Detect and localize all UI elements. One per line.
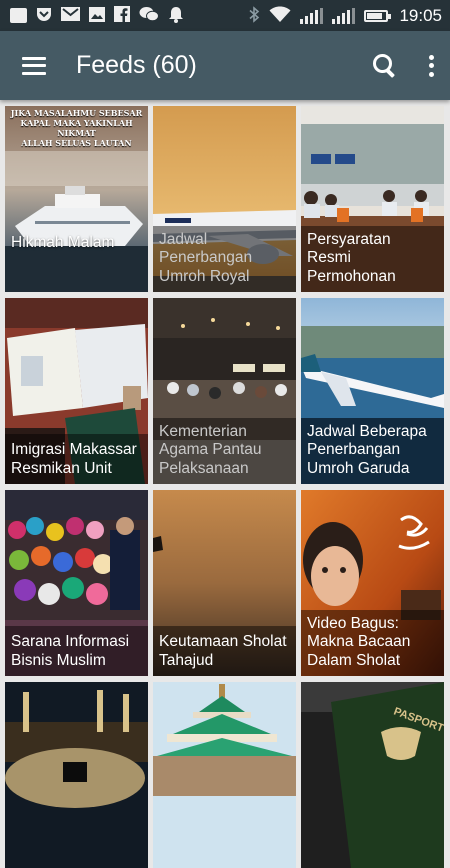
feed-title: Hikmah Malam: [11, 233, 115, 251]
app-bar: Feeds (60): [0, 31, 450, 100]
wifi-icon: [269, 6, 291, 26]
feed-card[interactable]: [153, 682, 296, 868]
feed-title: Sarana Informasi Bisnis Muslim: [5, 626, 148, 676]
poster-line: KAPAL MAKA YAKINLAH NIKMAT: [20, 118, 133, 138]
feed-title: Kementerian Agama Pantau Pelaksanaan: [153, 417, 296, 484]
feed-title: Jadwal Penerbangan Umroh Royal: [153, 225, 296, 292]
gallery-icon: [89, 6, 105, 25]
feed-card[interactable]: Sarana Informasi Bisnis Muslim: [5, 490, 148, 676]
signal-icon: [332, 7, 356, 24]
poster-quote-text: JIKA MASALAHMU SEBESAR KAPAL MAKA YAKINL…: [5, 108, 148, 148]
gmail-icon: [61, 7, 80, 24]
feed-card[interactable]: Persyaratan Resmi Permohonan: [301, 106, 444, 292]
feed-card[interactable]: PASPORT: [301, 682, 444, 868]
facebook-icon: [114, 6, 130, 25]
feed-image-passport: PASPORT: [301, 682, 444, 868]
feed-card[interactable]: Imigrasi Makassar Resmikan Unit: [5, 298, 148, 484]
wechat-icon: [139, 6, 159, 25]
feed-card[interactable]: Kementerian Agama Pantau Pelaksanaan: [153, 298, 296, 484]
status-bar: 19:05: [0, 0, 450, 31]
pocket-icon: [36, 7, 52, 25]
feed-card[interactable]: Keutamaan Sholat Tahajud: [153, 490, 296, 676]
feed-title: Video Bagus: Makna Bacaan Dalam Sholat: [301, 609, 444, 676]
feed-card[interactable]: JIKA MASALAHMU SEBESAR KAPAL MAKA YAKINL…: [5, 106, 148, 292]
feed-card[interactable]: Video Bagus: Makna Bacaan Dalam Sholat: [301, 490, 444, 676]
hamburger-menu-icon[interactable]: [22, 56, 46, 75]
feed-card[interactable]: Jadwal Penerbangan Umroh Royal: [153, 106, 296, 292]
clock: 19:05: [399, 5, 442, 25]
search-icon[interactable]: [372, 53, 398, 79]
status-bar-notifications: [10, 6, 184, 26]
feed-image-kaaba-night: [5, 682, 148, 868]
chat-icon: [10, 8, 27, 23]
more-vert-icon[interactable]: [428, 54, 434, 77]
feed-title: Imigrasi Makassar Resmikan Unit: [5, 434, 148, 484]
feed-title: Persyaratan Resmi Permohonan: [301, 225, 444, 292]
poster-line: JIKA MASALAHMU SEBESAR: [10, 108, 143, 118]
notification-bell-icon: [168, 6, 184, 26]
signal-icon: [300, 7, 324, 24]
page-title: Feeds (60): [76, 51, 197, 79]
feed-card[interactable]: Jadwal Beberapa Penerbangan Umroh Garuda: [301, 298, 444, 484]
battery-level: [367, 12, 383, 19]
feed-card[interactable]: [5, 682, 148, 868]
feed-title: Jadwal Beberapa Penerbangan Umroh Garuda: [301, 417, 444, 484]
feed-title: Keutamaan Sholat Tahajud: [153, 626, 296, 676]
poster-line: ALLAH SELUAS LAUTAN: [21, 138, 132, 148]
status-bar-system: 19:05: [249, 6, 442, 26]
feed-grid: JIKA MASALAHMU SEBESAR KAPAL MAKA YAKINL…: [5, 106, 445, 868]
feed-image-mosque: [153, 682, 296, 868]
battery-icon: [364, 9, 392, 22]
bluetooth-icon: [249, 5, 260, 26]
